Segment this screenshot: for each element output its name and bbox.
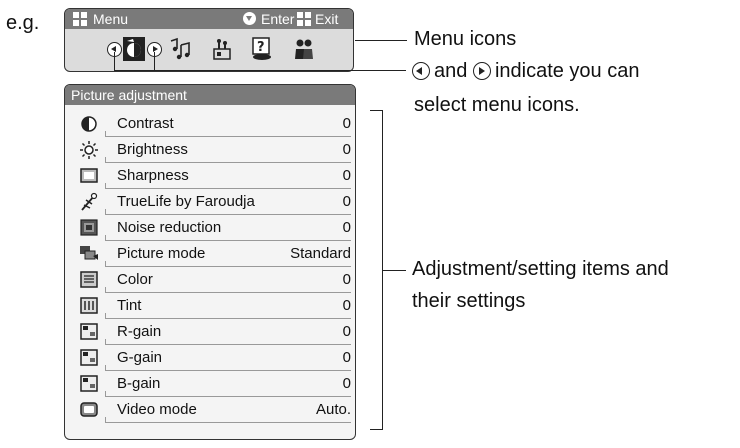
example-label: e.g. <box>6 12 40 34</box>
setting-label: Brightness <box>117 141 188 158</box>
users-icon[interactable] <box>293 37 315 61</box>
setting-label: Tint <box>117 297 142 314</box>
tint-icon <box>80 297 98 314</box>
arrows-note-indicate: indicate you can <box>494 60 640 82</box>
setting-label: Video mode <box>117 401 197 418</box>
setting-row-r-gain[interactable]: R-gain 0 <box>65 319 355 345</box>
setting-row-b-gain[interactable]: B-gain 0 <box>65 371 355 397</box>
setting-row-contrast[interactable]: Contrast 0 <box>65 111 355 137</box>
menu-panel: Menu Enter Exit ? <box>64 8 354 72</box>
picture-mode-icon <box>80 246 98 260</box>
setting-value: 0 <box>342 375 351 392</box>
setting-row-tint[interactable]: Tint 0 <box>65 293 355 319</box>
svg-text:?: ? <box>257 40 265 55</box>
items-note-line1: Adjustment/setting items and <box>412 258 669 280</box>
setting-label: B-gain <box>117 375 161 392</box>
menu-icon <box>73 12 87 26</box>
exit-icon <box>297 12 311 26</box>
color-icon <box>80 271 98 288</box>
video-mode-icon <box>80 402 98 417</box>
picture-adjustment-panel: Picture adjustment Contrast 0 Brightness… <box>64 84 356 440</box>
arrows-leader <box>114 70 406 71</box>
setting-label: Picture mode <box>117 245 206 262</box>
setting-row-color[interactable]: Color 0 <box>65 267 355 293</box>
g-gain-icon <box>80 349 98 366</box>
right-arrow-icon <box>472 62 491 80</box>
r-gain-icon <box>80 323 98 340</box>
setting-row-truelife[interactable]: TrueLife by Faroudja 0 <box>65 189 355 215</box>
setting-value: 0 <box>342 141 351 158</box>
exit-label: Exit <box>315 11 339 27</box>
setting-label: G-gain <box>117 349 163 366</box>
right-arrow-leader <box>154 52 155 70</box>
setting-label: Sharpness <box>117 167 189 184</box>
setting-value: 0 <box>342 271 351 288</box>
items-note-line2: their settings <box>412 290 526 312</box>
menu-icons-row: ? <box>65 31 353 71</box>
setup-icon[interactable] <box>211 37 233 61</box>
setting-row-g-gain[interactable]: G-gain 0 <box>65 345 355 371</box>
enter-label: Enter <box>261 11 295 27</box>
contrast-icon <box>81 116 97 132</box>
setting-value: 0 <box>342 193 351 210</box>
setting-label: TrueLife by Faroudja <box>117 193 255 210</box>
arrows-note-and: and <box>434 60 468 82</box>
arrows-note-line2: select menu icons. <box>414 94 580 116</box>
audio-icon[interactable] <box>169 37 191 61</box>
setting-value: 0 <box>342 323 351 340</box>
b-gain-icon <box>80 375 98 392</box>
setting-value: 0 <box>342 349 351 366</box>
help-icon[interactable]: ? <box>251 37 273 61</box>
menu-icons-note: Menu icons <box>414 28 517 50</box>
setting-value: 0 <box>342 297 351 314</box>
menu-icons-leader <box>355 40 407 41</box>
sharpness-icon <box>80 168 98 183</box>
items-leader <box>382 270 406 271</box>
setting-row-brightness[interactable]: Brightness 0 <box>65 137 355 163</box>
setting-value: 0 <box>342 167 351 184</box>
arrows-note-line1: and indicate you can <box>412 60 639 83</box>
left-arrow-leader <box>114 52 115 70</box>
menu-title-bar: Menu Enter Exit <box>65 9 353 29</box>
setting-row-picture-mode[interactable]: Picture mode Standard <box>65 241 355 267</box>
truelife-icon <box>81 192 98 211</box>
setting-value: Auto. <box>315 401 351 418</box>
enter-icon <box>243 12 256 25</box>
setting-label: Color <box>117 271 153 288</box>
setting-row-noise-reduction[interactable]: Noise reduction 0 <box>65 215 355 241</box>
setting-value: Standard <box>290 245 351 262</box>
menu-title: Menu <box>93 11 129 27</box>
picture-adjustment-title: Picture adjustment <box>65 85 355 105</box>
setting-value: 0 <box>342 219 351 236</box>
setting-label: R-gain <box>117 323 162 340</box>
noise-reduction-icon <box>80 219 98 236</box>
row-divider <box>105 417 351 423</box>
brightness-icon <box>80 141 98 159</box>
setting-label: Noise reduction <box>117 219 222 236</box>
picture-icon[interactable] <box>123 37 145 61</box>
setting-row-video-mode[interactable]: Video mode Auto. <box>65 397 355 423</box>
setting-row-sharpness[interactable]: Sharpness 0 <box>65 163 355 189</box>
setting-value: 0 <box>342 115 351 132</box>
left-arrow-icon <box>412 62 430 80</box>
setting-label: Contrast <box>117 115 174 132</box>
